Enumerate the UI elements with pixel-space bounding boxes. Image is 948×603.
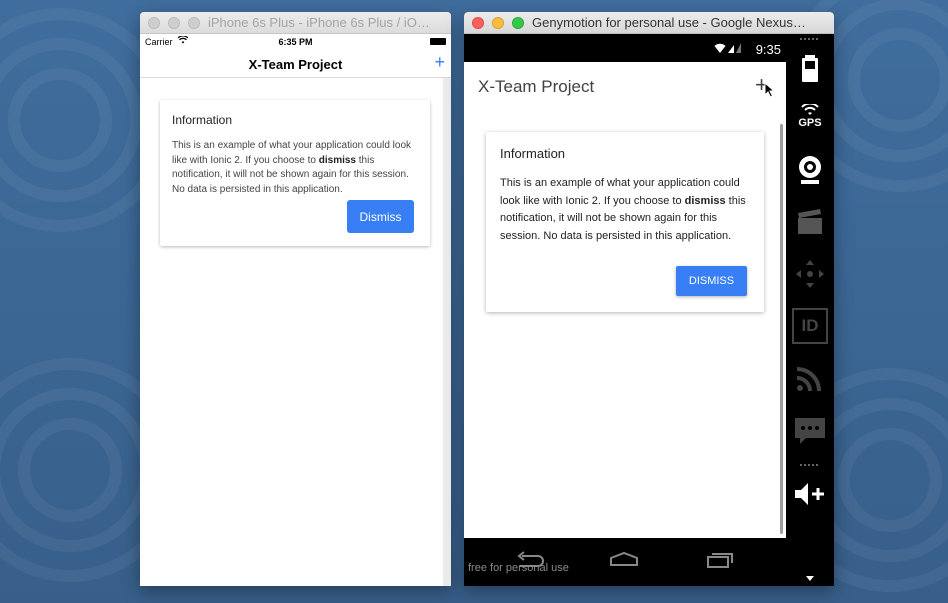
android-nav-bar: free for personal use [464,538,786,586]
divider [800,464,820,466]
home-icon[interactable] [608,550,640,570]
card-body-bold: dismiss [684,194,726,207]
android-status-bar: 9:35 [464,34,786,62]
ios-content: Information This is an example of what y… [140,78,451,586]
card-body: This is an example of what your applicat… [500,175,754,245]
scrollbar[interactable] [443,78,451,586]
page-title: X-Team Project [248,57,343,72]
volume-up-icon[interactable] [792,476,828,512]
mouse-cursor-icon [764,82,776,98]
watermark: free for personal use [468,562,569,574]
dismiss-button[interactable]: DISMISS [676,266,747,296]
ios-status-bar: Carrier 6:35 PM [140,34,451,50]
maximize-button[interactable] [512,17,524,29]
close-button[interactable] [472,17,484,29]
android-toolbar: X-Team Project + [464,62,786,112]
page-title: X-Team Project [478,77,595,96]
id-icon[interactable]: ID [792,308,828,344]
android-app: X-Team Project + Information This is an … [464,62,786,538]
card-title: Information [500,146,566,161]
dpad-icon[interactable] [792,256,828,292]
card-body-text-1: This is an example of what your applicat… [172,140,412,166]
information-card: Information This is an example of what y… [486,132,764,312]
media-icon[interactable] [792,204,828,240]
card-body: This is an example of what your applicat… [172,139,420,197]
genymotion-titlebar[interactable]: Genymotion for personal use - Google Nex… [464,12,834,34]
minimize-button[interactable] [168,17,180,29]
rss-icon[interactable] [792,360,828,396]
information-card: Information This is an example of what y… [160,100,430,246]
card-body-bold: dismiss [318,154,356,166]
battery-icon[interactable] [792,50,828,86]
divider [800,38,820,40]
card-title: Information [172,113,233,127]
ios-window-titlebar[interactable]: iPhone 6s Plus - iPhone 6s Plus / iO… [140,12,451,34]
close-button[interactable] [148,17,160,29]
sms-icon[interactable] [792,412,828,448]
status-time: 9:35 [755,42,781,57]
gps-icon[interactable]: GPS [792,100,828,136]
id-label: ID [801,316,819,335]
minimize-button[interactable] [492,17,504,29]
ios-navbar: X-Team Project + [140,50,451,78]
genymotion-sidebar: GPS ID [786,34,834,586]
genymotion-window: Genymotion for personal use - Google Nex… [464,12,834,586]
camera-icon[interactable] [792,152,828,188]
recent-apps-icon[interactable] [704,550,736,570]
window-title: iPhone 6s Plus - iPhone 6s Plus / iO… [208,15,430,30]
battery-icon [430,38,446,45]
signal-icon [714,42,742,57]
ios-simulator-window: iPhone 6s Plus - iPhone 6s Plus / iO… Ca… [140,12,451,586]
add-button[interactable]: + [434,52,445,73]
dismiss-button[interactable]: Dismiss [347,200,414,233]
window-title: Genymotion for personal use - Google Nex… [532,15,806,30]
gps-label: GPS [798,117,822,129]
scroll-down-icon[interactable] [792,574,828,584]
status-time: 6:35 PM [278,37,313,47]
android-screen: 9:35 X-Team Project + Information This i… [464,34,786,586]
scrollbar[interactable] [780,124,783,534]
maximize-button[interactable] [188,17,200,29]
